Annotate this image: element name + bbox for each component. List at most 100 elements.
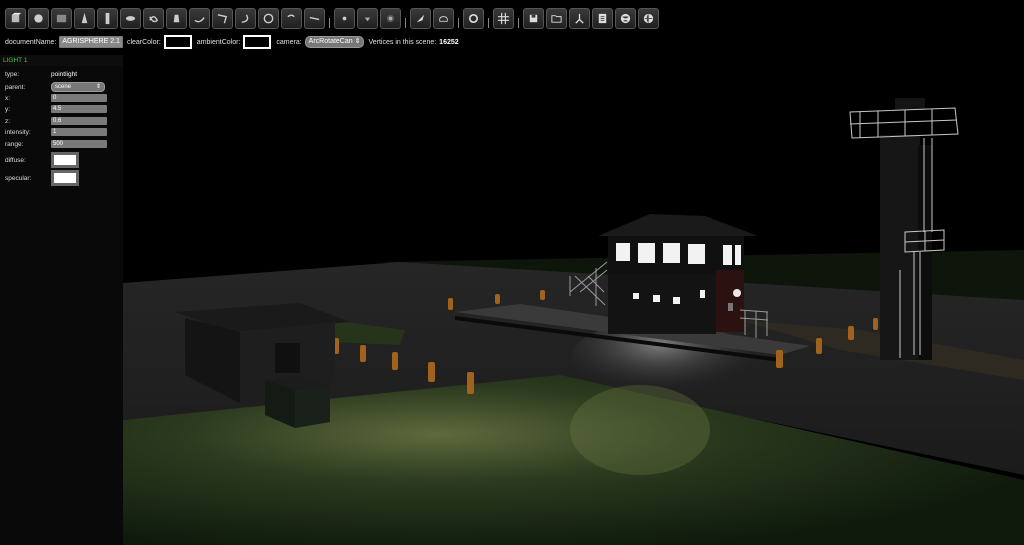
select-arrows-icon: ⇕ — [354, 38, 361, 45]
toolbar-separator — [458, 18, 459, 28]
toolbar-separator — [488, 18, 489, 28]
sphere-icon — [34, 13, 43, 23]
arrow-button[interactable] — [212, 7, 233, 29]
ambient-color-label: ambientColor: — [196, 38, 241, 46]
grid-icon — [497, 12, 510, 24]
vertices-count: 16252 — [439, 38, 459, 46]
diffuse-row: diffuse: — [5, 152, 79, 168]
toolbar-separator — [405, 18, 406, 28]
y-row: y: 4.5 — [5, 105, 107, 113]
document-name-input[interactable]: AGRISPHERE 2.1 — [59, 36, 123, 48]
ambient-light-icon — [386, 14, 395, 22]
y-input[interactable]: 4.5 — [51, 105, 107, 113]
light-reflection-2 — [570, 385, 710, 475]
share-button[interactable] — [569, 7, 590, 29]
specular-label: specular: — [5, 174, 32, 182]
cloud-icon — [439, 15, 448, 22]
specular-row: specular: — [5, 170, 79, 186]
parent-label: parent: — [5, 83, 26, 91]
camera-select[interactable]: ArcRotateCan ⇕ — [304, 36, 365, 48]
scene-viewport[interactable] — [0, 0, 1024, 545]
brush-icon — [416, 14, 425, 22]
disc-button[interactable] — [120, 7, 141, 29]
curve-button[interactable] — [189, 7, 210, 29]
disc-icon — [125, 15, 136, 21]
plane-button[interactable] — [51, 7, 72, 29]
toolbar — [5, 6, 661, 30]
toolbar-separator — [329, 18, 330, 28]
cylinder-icon — [105, 12, 110, 24]
parent-select-value: scene — [55, 84, 72, 90]
curve-icon — [194, 16, 205, 22]
camera-label: camera: — [276, 38, 302, 46]
spiral-button[interactable] — [281, 7, 302, 29]
diffuse-label: diffuse: — [5, 156, 26, 164]
ambient-color-swatch[interactable] — [243, 35, 272, 49]
circle-icon — [263, 13, 274, 23]
knot-icon — [149, 15, 159, 22]
sphere-button[interactable] — [28, 7, 49, 29]
document-icon — [598, 13, 607, 23]
arc-icon — [241, 13, 249, 23]
arc-button[interactable] — [235, 7, 256, 29]
toolbar-separator — [518, 18, 519, 28]
cloud-button[interactable] — [433, 7, 454, 29]
world-button[interactable] — [638, 7, 659, 29]
range-input[interactable]: 500 — [51, 140, 107, 148]
brush-button[interactable] — [410, 7, 431, 29]
folder-button[interactable] — [546, 7, 567, 29]
plane-icon — [56, 14, 67, 22]
cube-button[interactable] — [5, 7, 26, 29]
share-icon — [575, 13, 584, 24]
save-button[interactable] — [523, 7, 544, 29]
line-icon — [309, 16, 320, 20]
folder-icon — [551, 14, 562, 23]
arrow-icon — [217, 13, 228, 23]
world-icon — [643, 13, 654, 23]
z-input[interactable]: 0.6 — [51, 117, 107, 125]
refresh-button[interactable] — [463, 7, 484, 29]
ambient-light-button[interactable] — [380, 7, 401, 29]
globe-icon — [620, 13, 631, 23]
globe-button[interactable] — [615, 7, 636, 29]
dot-light-button[interactable] — [334, 7, 355, 29]
refresh-icon — [468, 13, 479, 23]
spot-light-icon — [364, 17, 371, 21]
save-icon — [529, 14, 538, 22]
light-properties-panel: LIGHT 1 type: pointlight parent: scene ⇕… — [0, 55, 123, 545]
teapot-button[interactable] — [166, 7, 187, 29]
x-row: x: 0 — [5, 94, 107, 102]
diffuse-color-swatch[interactable] — [51, 152, 79, 168]
circle-button[interactable] — [258, 7, 279, 29]
document-bar: documentName: AGRISPHERE 2.1 clearColor:… — [5, 35, 459, 49]
range-row: range: 500 — [5, 140, 107, 148]
spot-light-button[interactable] — [357, 7, 378, 29]
type-label: type: — [5, 71, 20, 78]
type-row: type: pointlight — [5, 71, 77, 78]
knot-button[interactable] — [143, 7, 164, 29]
y-label: y: — [5, 105, 11, 113]
spiral-icon — [287, 14, 295, 17]
clear-color-swatch[interactable] — [163, 35, 192, 49]
intensity-row: intensity: 1 — [5, 128, 107, 136]
grid-button[interactable] — [493, 7, 514, 29]
x-label: x: — [5, 94, 11, 102]
dot-light-icon — [342, 16, 347, 20]
z-row: z: 0.6 — [5, 117, 107, 125]
cube-icon — [11, 12, 22, 22]
z-label: z: — [5, 117, 11, 125]
parent-row: parent: scene ⇕ — [5, 82, 105, 92]
parent-select[interactable]: scene ⇕ — [51, 82, 105, 92]
line-button[interactable] — [304, 7, 325, 29]
cylinder-button[interactable] — [97, 7, 118, 29]
panel-title: LIGHT 1 — [0, 55, 123, 66]
vertices-label: Vertices in this scene: — [368, 38, 437, 46]
specular-color-swatch[interactable] — [51, 170, 79, 186]
document-button[interactable] — [592, 7, 613, 29]
document-name-label: documentName: — [5, 38, 57, 46]
teapot-icon — [173, 14, 180, 22]
intensity-input[interactable]: 1 — [51, 128, 107, 136]
x-input[interactable]: 0 — [51, 94, 107, 102]
intensity-label: intensity: — [5, 128, 31, 136]
cone-button[interactable] — [74, 7, 95, 29]
